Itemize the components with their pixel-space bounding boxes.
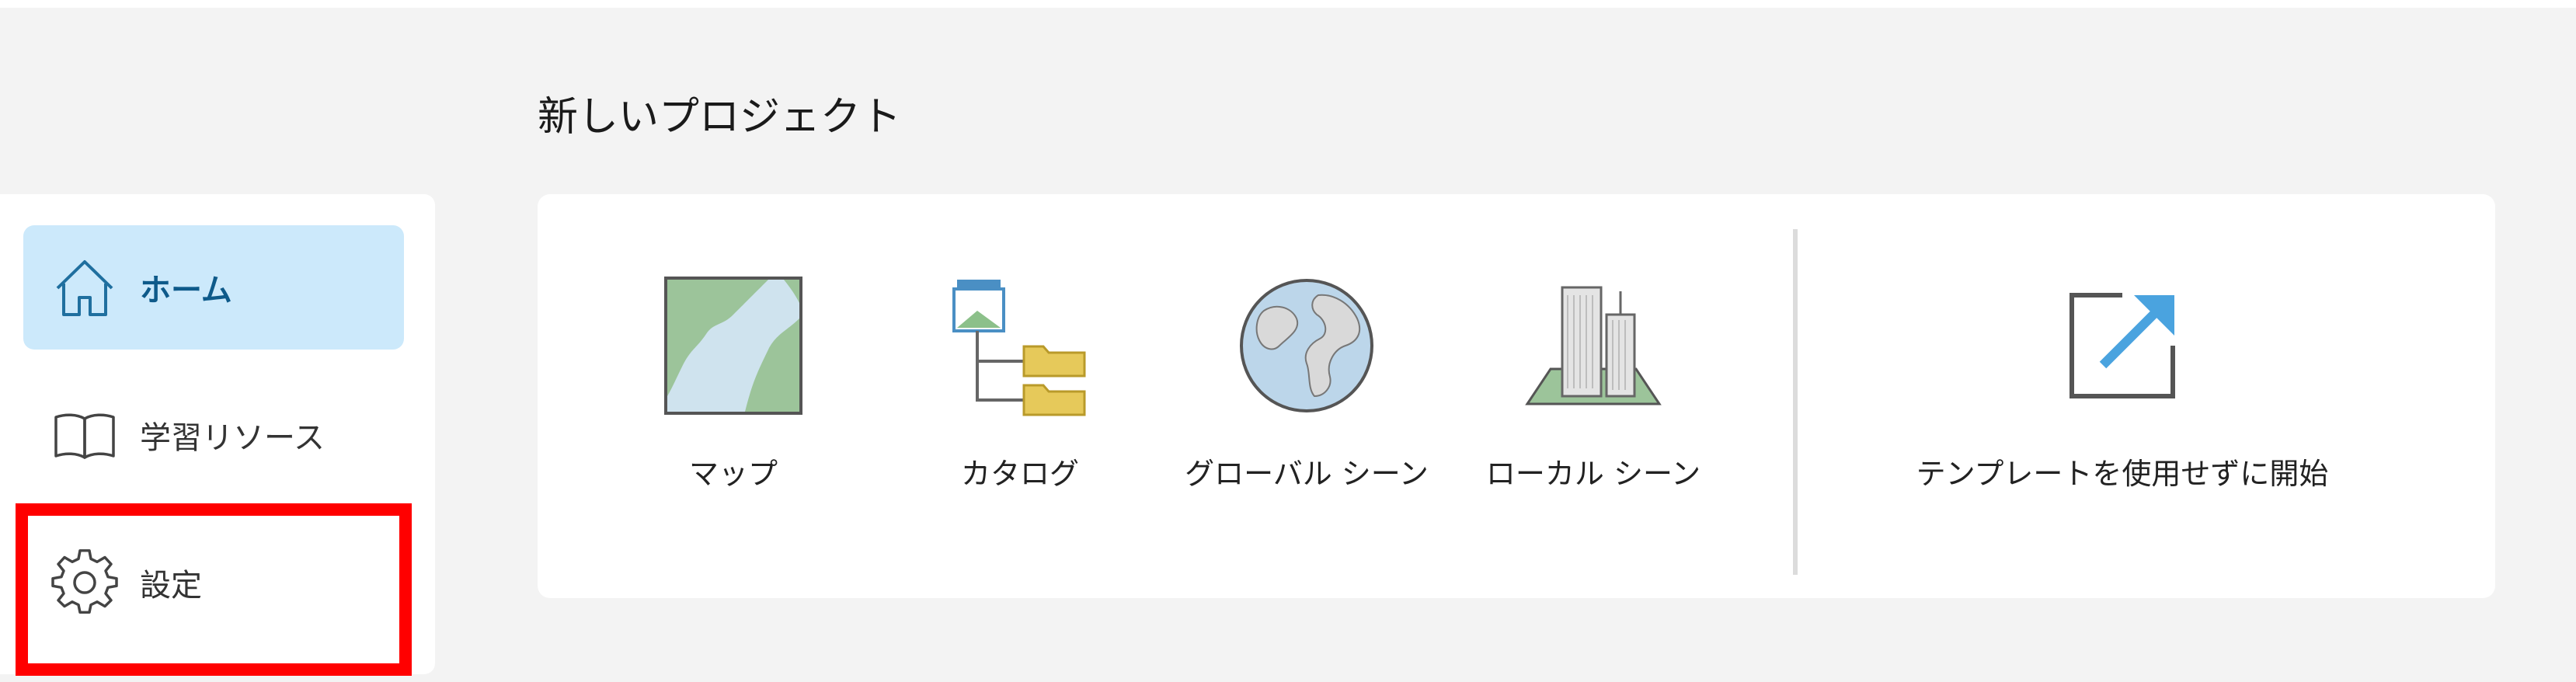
template-label: ローカル シーン xyxy=(1485,457,1701,491)
globe-icon xyxy=(1240,279,1373,412)
template-map[interactable]: マップ xyxy=(609,272,858,496)
new-project-card: マップ カタログ グローバル シーン ローカル シーン テンプレートを使用せずに… xyxy=(538,194,2495,598)
section-title: 新しいプロジェクト xyxy=(538,94,902,141)
top-border xyxy=(0,0,2576,8)
sidebar-item-home[interactable]: ホーム xyxy=(23,225,404,350)
template-catalog[interactable]: カタログ xyxy=(896,272,1144,496)
sidebar-item-label: ホーム xyxy=(140,273,232,308)
local-scene-icon xyxy=(1525,286,1662,405)
sidebar-item-label: 学習リソース xyxy=(140,420,325,456)
book-icon xyxy=(54,413,115,459)
sidebar-divider xyxy=(23,503,404,505)
sidebar: ホーム 学習リソース 設定 xyxy=(0,194,435,674)
sidebar-item-label: 設定 xyxy=(140,568,202,604)
template-label: テンプレートを使用せずに開始 xyxy=(1916,457,2329,491)
template-label: グローバル シーン xyxy=(1185,457,1429,491)
sidebar-item-learning-resources[interactable]: 学習リソース xyxy=(23,373,404,497)
template-label: カタログ xyxy=(960,457,1079,491)
catalog-icon xyxy=(952,280,1086,416)
start-without-template[interactable]: テンプレートを使用せずに開始 xyxy=(1897,272,2348,496)
template-label: マップ xyxy=(688,457,778,491)
vertical-separator xyxy=(1793,229,1798,575)
sidebar-item-settings[interactable]: 設定 xyxy=(23,520,404,645)
gear-icon xyxy=(51,549,118,614)
map-icon xyxy=(664,277,802,415)
template-global-scene[interactable]: グローバル シーン xyxy=(1182,272,1431,496)
home-icon xyxy=(56,260,113,316)
template-local-scene[interactable]: ローカル シーン xyxy=(1469,272,1718,496)
open-external-icon xyxy=(2070,293,2175,398)
